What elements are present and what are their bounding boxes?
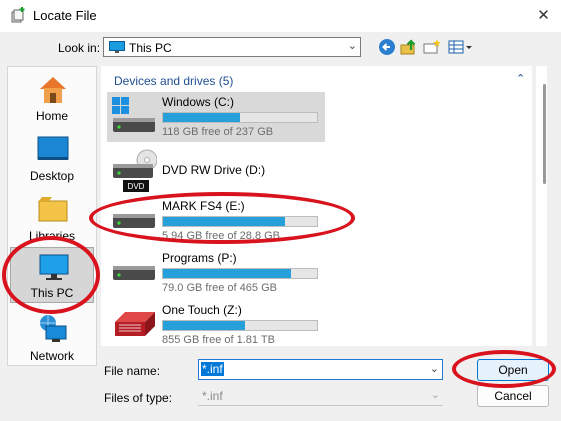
place-home[interactable]: Home — [10, 69, 94, 125]
home-icon — [40, 77, 66, 103]
place-label: Desktop — [29, 169, 75, 183]
chevron-down-icon: ⌄ — [430, 389, 440, 401]
open-button[interactable]: Open — [477, 359, 549, 381]
place-desktop[interactable]: Desktop — [10, 129, 94, 185]
drive-name: DVD RW Drive (D:) — [162, 163, 266, 177]
drive-free-space: 5.94 GB free of 28.8 GB — [162, 230, 281, 242]
drive-usage-bar — [162, 268, 318, 279]
chevron-down-icon: ⌄ — [347, 40, 357, 52]
place-libraries[interactable]: Libraries — [10, 189, 94, 245]
drive-usage-bar — [162, 112, 318, 123]
place-label: This PC — [30, 286, 74, 300]
place-this-pc[interactable]: This PC — [10, 247, 94, 303]
group-header[interactable]: Devices and drives (5) — [114, 74, 233, 88]
usb-drive-icon — [113, 214, 155, 228]
file-type-label: Files of type: — [104, 391, 173, 405]
network-icon — [40, 315, 67, 342]
locate-file-icon — [10, 7, 26, 23]
drive-item-mark-fs4[interactable]: MARK FS4 (E:) 5.94 GB free of 28.8 GB — [107, 196, 325, 246]
drive-free-space: 855 GB free of 1.81 TB — [162, 334, 275, 346]
drive-item-windows[interactable]: Windows (C:) 118 GB free of 237 GB — [107, 92, 325, 142]
folder-up-icon — [400, 39, 416, 55]
up-one-level-button[interactable] — [400, 38, 418, 56]
cancel-button[interactable]: Cancel — [477, 385, 549, 407]
desktop-icon — [37, 136, 69, 160]
look-in-label: Look in: — [58, 41, 101, 55]
drive-free-space: 79.0 GB free of 465 GB — [162, 282, 277, 294]
file-type-dropdown[interactable]: *.inf ⌄ — [198, 387, 443, 406]
place-label: Home — [35, 109, 68, 123]
places-bar: Home Desktop Libraries This PC Network — [7, 66, 97, 366]
window-title: Locate File — [33, 8, 97, 23]
drive-usage-bar — [162, 216, 318, 227]
drive-usage-fill — [163, 113, 240, 122]
this-pc-small-icon — [109, 41, 125, 57]
file-name-input[interactable]: *.inf — [201, 362, 224, 376]
look-in-value: This PC — [129, 41, 172, 55]
new-folder-icon — [423, 39, 441, 54]
collapse-chevron-icon[interactable]: ⌃ — [516, 72, 525, 85]
view-menu-button[interactable] — [448, 38, 474, 56]
drive-item-one-touch[interactable]: One Touch (Z:) 855 GB free of 1.81 TB — [107, 300, 325, 350]
windows-drive-icon — [112, 97, 155, 132]
dvd-drive-icon: DVD — [113, 149, 157, 192]
close-icon: ✕ — [537, 7, 550, 24]
drive-usage-bar — [162, 320, 318, 331]
new-folder-button[interactable] — [423, 38, 441, 56]
drive-usage-fill — [163, 217, 285, 226]
back-arrow-icon — [379, 39, 395, 55]
dvd-badge: DVD — [128, 182, 145, 191]
place-label: Network — [29, 349, 74, 363]
external-drive-icon — [115, 312, 155, 336]
back-button[interactable] — [378, 38, 396, 56]
drive-name: MARK FS4 (E:) — [162, 199, 245, 213]
libraries-icon — [38, 197, 68, 222]
drive-free-space: 118 GB free of 237 GB — [162, 126, 274, 138]
scrollbar-thumb[interactable] — [543, 84, 546, 184]
file-type-value: *.inf — [202, 389, 223, 403]
file-name-combo[interactable]: *.inf ⌄ — [198, 359, 443, 380]
hard-drive-icon — [113, 266, 155, 280]
file-name-label: File name: — [104, 364, 161, 378]
this-pc-icon — [39, 254, 69, 280]
place-label: Libraries — [28, 229, 76, 243]
drive-name: Windows (C:) — [162, 95, 235, 109]
close-button[interactable]: ✕ — [526, 0, 561, 30]
view-grid-icon — [448, 40, 472, 54]
look-in-dropdown[interactable]: This PC ⌄ — [103, 37, 361, 57]
drive-item-programs[interactable]: Programs (P:) 79.0 GB free of 465 GB — [107, 248, 325, 298]
place-network[interactable]: Network — [10, 309, 94, 365]
drive-item-dvd[interactable]: DVD DVD RW Drive (D:) — [107, 144, 325, 194]
drive-usage-fill — [163, 321, 245, 330]
drive-usage-fill — [163, 269, 291, 278]
drive-name: One Touch (Z:) — [162, 303, 242, 317]
drive-name: Programs (P:) — [162, 251, 237, 265]
chevron-down-icon[interactable]: ⌄ — [430, 362, 439, 375]
